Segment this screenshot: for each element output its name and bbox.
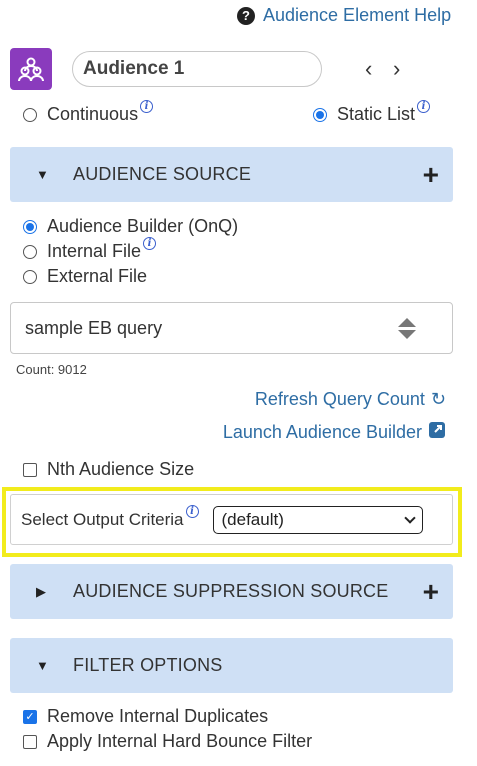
checkbox-box[interactable]: ✓ xyxy=(23,709,37,724)
info-icon[interactable]: i xyxy=(140,100,154,113)
query-select[interactable]: sample EB query xyxy=(10,302,453,354)
chevron-right-icon[interactable]: › xyxy=(393,56,400,82)
help-link-label: Audience Element Help xyxy=(263,5,452,25)
output-criteria-row: Select Output Criteria i (default) xyxy=(10,494,453,545)
section-audience-source[interactable]: ▼ AUDIENCE SOURCE + xyxy=(10,147,453,202)
radio-audience-builder-label: Audience Builder (OnQ) xyxy=(47,216,239,236)
radio-external-file-label: External File xyxy=(47,266,148,286)
refresh-icon: ↻ xyxy=(430,389,446,409)
audience-name-input[interactable] xyxy=(72,51,322,87)
section-audience-suppression[interactable]: ▶ AUDIENCE SUPPRESSION SOURCE + xyxy=(10,564,453,619)
plus-icon[interactable]: + xyxy=(423,577,439,606)
radio-static-list-label: Static List xyxy=(337,104,416,124)
plus-icon[interactable]: + xyxy=(423,160,439,189)
refresh-query-count-link[interactable]: Refresh Query Count ↻ xyxy=(255,389,446,410)
section-filter-options[interactable]: ▼ FILTER OPTIONS xyxy=(10,638,453,693)
chevron-left-icon[interactable]: ‹ xyxy=(365,56,372,82)
caret-down-icon[interactable]: ▼ xyxy=(36,167,73,182)
output-criteria-select-value: (default) xyxy=(221,509,284,529)
output-criteria-select[interactable]: (default) xyxy=(212,505,423,534)
caret-down-icon[interactable]: ▼ xyxy=(36,658,73,673)
output-criteria-text: Select Output Criteria xyxy=(21,509,184,529)
radio-internal-file[interactable]: Internal File i xyxy=(23,237,157,262)
radio-circle[interactable] xyxy=(23,244,37,259)
radio-circle[interactable] xyxy=(23,219,37,234)
chevron-down-icon xyxy=(403,511,416,524)
radio-circle[interactable] xyxy=(23,269,37,284)
help-link[interactable]: ? Audience Element Help xyxy=(237,5,451,26)
sort-updown-icon xyxy=(398,317,416,339)
hard-bounce-filter-checkbox[interactable]: Apply Internal Hard Bounce Filter xyxy=(23,731,312,752)
query-select-value: sample EB query xyxy=(25,317,163,338)
info-icon[interactable]: i xyxy=(185,505,199,518)
launch-audience-builder-label: Launch Audience Builder xyxy=(222,422,422,442)
question-circle-icon: ? xyxy=(237,6,255,25)
remove-internal-duplicates-checkbox[interactable]: ✓ Remove Internal Duplicates xyxy=(23,706,268,727)
info-icon[interactable]: i xyxy=(143,237,157,250)
checkbox-box[interactable] xyxy=(23,734,37,749)
hard-bounce-filter-label: Apply Internal Hard Bounce Filter xyxy=(47,731,313,751)
radio-external-file[interactable]: External File xyxy=(23,266,147,287)
radio-internal-file-label: Internal File xyxy=(47,241,142,261)
output-criteria-label: Select Output Criteria i xyxy=(21,505,199,530)
refresh-query-count-label: Refresh Query Count xyxy=(254,389,425,409)
section-audience-source-label: AUDIENCE SOURCE xyxy=(73,164,252,184)
info-icon[interactable]: i xyxy=(417,100,431,113)
audience-group-icon xyxy=(10,48,52,90)
section-filter-options-label: FILTER OPTIONS xyxy=(73,655,223,675)
radio-circle[interactable] xyxy=(23,107,37,122)
section-audience-suppression-label: AUDIENCE SUPPRESSION SOURCE xyxy=(73,581,389,601)
query-count: Count: 9012 xyxy=(16,362,87,377)
radio-continuous-label: Continuous xyxy=(47,104,139,124)
radio-audience-builder[interactable]: Audience Builder (OnQ) xyxy=(23,216,238,237)
remove-internal-duplicates-label: Remove Internal Duplicates xyxy=(47,706,269,726)
external-link-icon xyxy=(428,421,446,444)
launch-audience-builder-link[interactable]: Launch Audience Builder xyxy=(223,421,446,444)
radio-static-list[interactable]: Static List i xyxy=(313,100,431,125)
caret-right-icon[interactable]: ▶ xyxy=(36,584,73,600)
radio-circle[interactable] xyxy=(313,107,327,122)
nth-audience-size-label: Nth Audience Size xyxy=(47,459,195,479)
checkbox-box[interactable] xyxy=(23,462,37,477)
radio-continuous[interactable]: Continuous i xyxy=(23,100,154,125)
nth-audience-size-checkbox[interactable]: Nth Audience Size xyxy=(23,459,194,480)
